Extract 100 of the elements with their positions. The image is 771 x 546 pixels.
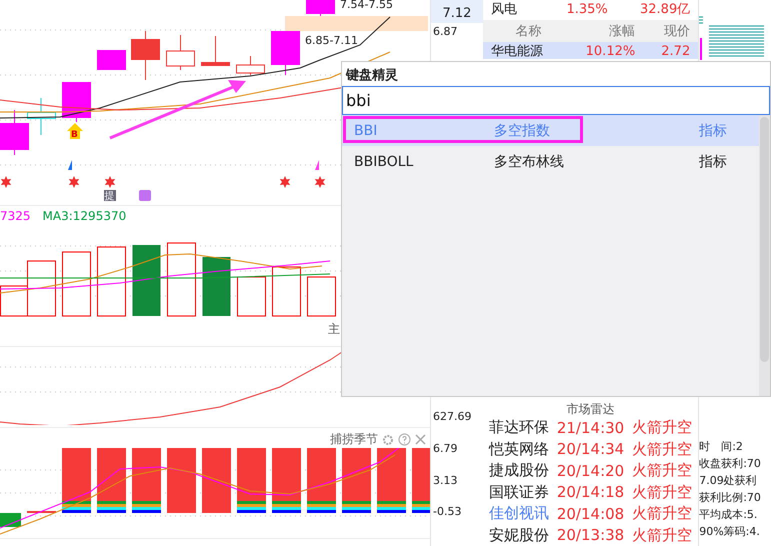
buy-marker: B (67, 123, 83, 140)
result-name: 多空布林线 (494, 152, 565, 170)
result-type: 指标 (699, 122, 728, 140)
result-name: 多空指数 (494, 122, 551, 140)
settings-icon[interactable] (382, 434, 394, 446)
volume-legend: MA3:1295370 (42, 209, 126, 223)
column-header: 名称 (514, 23, 543, 40)
result-code: BBI (354, 122, 378, 138)
volume-legend: 7325 (0, 209, 31, 223)
signal-time: 20/14:20 (556, 462, 624, 480)
candlestick (62, 82, 91, 122)
axis-label: 3.13 (433, 472, 458, 488)
candlestick (0, 110, 29, 156)
volume-bar (202, 257, 230, 316)
sector-change: 1.35% (566, 2, 609, 16)
chip-info-text: 7.09处获利 (699, 473, 758, 489)
signal-time: 21/14:30 (556, 418, 624, 437)
sector-amount: 32.89亿 (639, 1, 690, 18)
signal-type: 火箭升空 (632, 482, 692, 502)
indicator-bar (342, 448, 371, 513)
signal-type: 火箭升空 (632, 504, 692, 524)
signal-time: 20/14:08 (556, 504, 624, 523)
signal-type: 火箭升空 (632, 526, 692, 545)
help-icon[interactable] (398, 433, 411, 446)
column-header: 涨幅 (608, 23, 636, 40)
signal-time: 20/13:38 (556, 526, 624, 544)
chip-info-text: 90%筹码:4. (699, 524, 761, 540)
volume-bar (132, 245, 160, 316)
result-code: BBIBOLL (354, 154, 414, 170)
indicator-bar (272, 448, 301, 513)
indicator-bar (412, 448, 430, 513)
star-icon (280, 176, 290, 188)
indicator-bar (0, 513, 21, 527)
table-cell-text: 2.72 (660, 44, 690, 58)
stock-name[interactable]: 捷成股份 (488, 461, 549, 480)
indicator-title: 捕捞季节 (330, 431, 378, 448)
indicator-bar (307, 448, 336, 513)
chip-info-text: 获利比例:70 (699, 490, 762, 506)
price-range-label: 6.85-7.11 (305, 34, 358, 47)
stock-name[interactable]: 国联证券 (488, 482, 549, 502)
volume-bar (272, 266, 301, 316)
chip-info-text: 平均成本:5. (699, 507, 758, 523)
stock-name[interactable]: 恺英网络 (488, 440, 549, 459)
signal-time: 20/14:18 (556, 483, 624, 502)
candlestick (131, 30, 160, 80)
candlestick (201, 36, 230, 66)
axis-label: 6.79 (433, 440, 458, 457)
signal-type: 火箭升空 (632, 461, 692, 480)
pane-label: 主 (328, 322, 340, 336)
note-badge: 提 (104, 190, 116, 202)
axis-label: 6.87 (433, 24, 458, 40)
candlestick (97, 50, 126, 70)
signal-time: 20/14:34 (556, 440, 624, 458)
flag-icon (315, 160, 319, 170)
result-item[interactable]: BBIBOLL 多空布林线 指标 (342, 146, 759, 177)
stock-name[interactable]: 佳创视讯 (488, 504, 549, 524)
indicator-bar (202, 448, 231, 513)
stock-name[interactable]: 菲达环保 (488, 418, 549, 438)
scrollbar[interactable] (759, 115, 770, 396)
panel-title: 市场雷达 (566, 401, 616, 417)
indicator-bar (132, 448, 161, 513)
candlestick (306, 0, 335, 16)
star-icon (314, 176, 326, 188)
signal-type: 火箭升空 (632, 440, 692, 459)
flag-icon (68, 160, 72, 170)
volume-bar (307, 276, 336, 316)
column-header: 现价 (663, 23, 690, 40)
star-icon (68, 176, 80, 188)
chip-info-text: 时 间:2 (699, 439, 744, 455)
candlestick (166, 34, 195, 70)
indicator-bar (62, 448, 91, 513)
candlestick (236, 56, 265, 76)
candlestick (271, 30, 300, 76)
search-field[interactable]: bbi (342, 86, 770, 115)
stock-name[interactable]: 安妮股份 (488, 526, 549, 545)
sector-name: 风电 (490, 1, 518, 18)
chip-info-text: 收盘获利:70 (699, 456, 762, 472)
current-price-tag: 7.12 (431, 0, 483, 23)
indicator-bar (377, 448, 406, 513)
indicator-bar (27, 511, 56, 513)
price-range-label: 7.54-7.55 (340, 0, 393, 11)
indicator-bar (97, 448, 126, 513)
result-type: 指标 (699, 152, 728, 170)
star-icon (104, 176, 116, 188)
candlestick (27, 98, 56, 136)
indicator-bar (237, 448, 266, 513)
stack-icon (139, 190, 151, 201)
close-icon[interactable] (415, 434, 426, 445)
star-icon (0, 176, 12, 188)
axis-label: 627.69 (433, 409, 472, 425)
arrow-icon (109, 80, 246, 140)
signal-type: 火箭升空 (632, 418, 692, 438)
volume-bar (97, 246, 126, 316)
volume-bar (237, 276, 266, 316)
axis-label: -0.53 (433, 504, 462, 520)
popup-title: 键盘精灵 (342, 62, 770, 86)
table-cell-text: 华电能源 (490, 43, 544, 59)
volume-bar (62, 252, 91, 316)
table-cell-text: 10.12% (584, 44, 636, 58)
indicator-bar (167, 448, 196, 513)
